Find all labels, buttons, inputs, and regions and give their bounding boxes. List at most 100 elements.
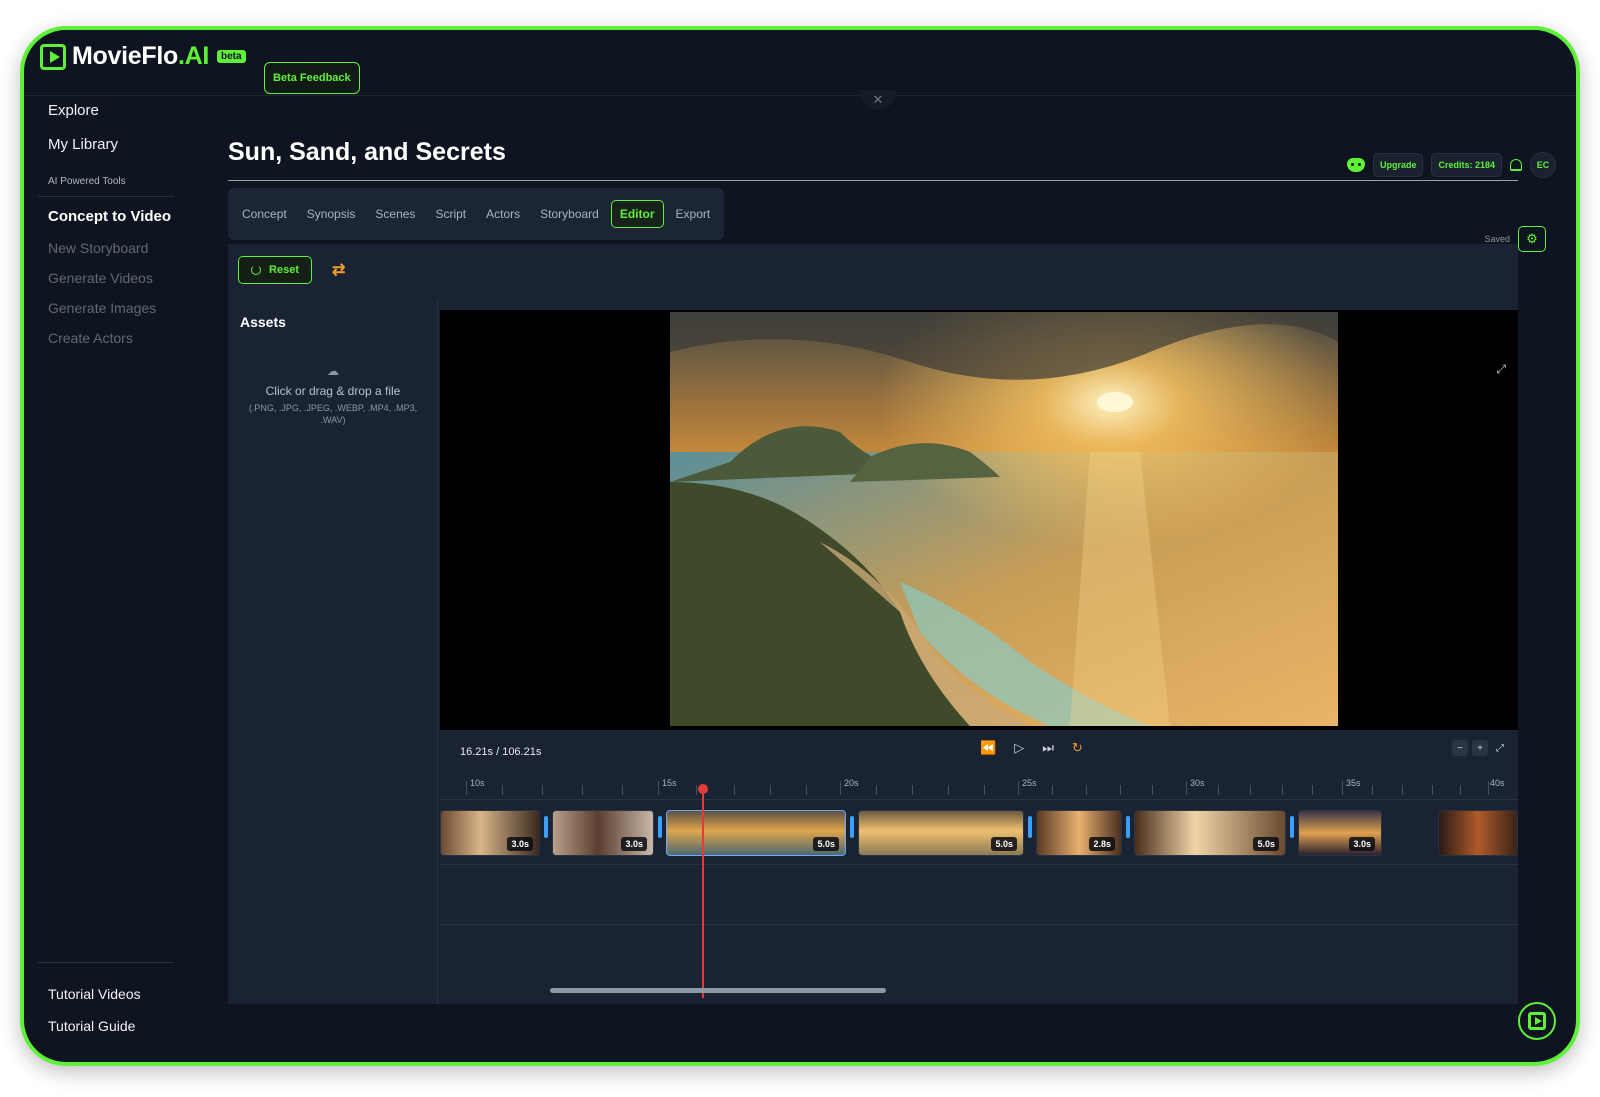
ruler-tick [1250,785,1251,795]
logo-text: MovieFlo.AI [72,42,209,70]
timeline-clip[interactable]: 3.0s [1298,810,1382,856]
sidebar-item-concept-to-video[interactable]: Concept to Video [48,208,171,225]
sidebar-item-new-storyboard[interactable]: New Storyboard [48,240,148,256]
title-divider [228,180,1518,181]
tab-editor[interactable]: Editor [610,200,664,228]
sidebar-item-my-library[interactable]: My Library [48,136,118,153]
assets-panel: Assets ☁ Click or drag & drop a file (.P… [228,300,438,1004]
ruler-tick [658,781,659,795]
sidebar-item-create-actors[interactable]: Create Actors [48,330,133,346]
overlay-track[interactable] [440,924,1518,994]
timeline-clip[interactable]: 3.0s [552,810,654,856]
sidebar-item-generate-videos[interactable]: Generate Videos [48,270,153,286]
tab-storyboard[interactable]: Storyboard [532,201,607,227]
timeline-clip[interactable]: 5.0s [1134,810,1286,856]
video-track: 3.0s 3.0s 5.0s 5.0s 2.8s 5.0s 3.0s [440,804,1518,860]
clip-trim-handle[interactable] [658,816,662,838]
timeline-clip[interactable]: 5.0s [858,810,1024,856]
credits-badge[interactable]: Credits: 2184 [1431,153,1502,177]
discord-icon[interactable] [1346,158,1365,172]
tab-concept[interactable]: Concept [234,201,295,227]
reset-button[interactable]: Reset [238,256,312,284]
ruler-tick [1086,785,1087,795]
zoom-in-button[interactable]: + [1472,740,1488,756]
ruler-label: 10s [470,778,485,788]
playhead[interactable] [702,788,704,998]
clip-trim-handle[interactable] [850,816,854,838]
playback-controls: 16.21s / 106.21s ⏪ ▷ ⏭ ↻ − + ⤢ [440,732,1518,772]
timeline-clip[interactable]: 3.0s [440,810,540,856]
timeline-clip[interactable] [1438,810,1518,856]
beta-badge: beta [216,50,246,63]
ruler-tick [984,785,985,795]
collapse-handle-icon[interactable]: ✕ [860,90,896,110]
settings-button[interactable]: ⚙ [1518,226,1546,252]
ruler-tick [876,785,877,795]
ruler-tick [1402,785,1403,795]
upgrade-button[interactable]: Upgrade [1372,153,1424,177]
zoom-controls: − + ⤢ [1452,740,1508,756]
ruler-label: 20s [844,778,859,788]
clip-trim-handle[interactable] [1126,816,1130,838]
timeline-clip-selected[interactable]: 5.0s [666,810,846,856]
timeline-ruler[interactable]: 10s 15s 20s 25s 30s 35s 40s [440,772,1518,800]
ruler-tick [1186,781,1187,795]
timeline-scrollbar[interactable] [550,988,886,993]
tab-synopsis[interactable]: Synopsis [299,201,364,227]
clip-duration: 5.0s [1253,837,1279,851]
clip-trim-handle[interactable] [544,816,548,838]
beta-feedback-button[interactable]: Beta Feedback [264,62,360,94]
sidebar-footer-divider [38,962,174,963]
ruler-tick [622,785,623,795]
ruler-tick [542,785,543,795]
saved-label: Saved [1484,234,1510,244]
upload-types: (.PNG, .JPG, .JPEG, .WEBP, .MP4, .MP3, .… [248,403,418,425]
ruler-tick [1312,785,1313,795]
app-window: MovieFlo.AI beta Beta Feedback ✕ Explore… [20,26,1580,1066]
ruler-tick [1372,785,1373,795]
upload-dropzone[interactable]: ☁ Click or drag & drop a file (.PNG, .JP… [242,364,424,426]
skip-forward-icon[interactable]: ⏭ [1042,740,1054,756]
movieflo-logo-icon [1528,1012,1546,1030]
fullscreen-icon[interactable]: ⤢ [1496,362,1506,377]
ruler-tick [1152,785,1153,795]
tab-export[interactable]: Export [668,201,719,227]
sidebar-item-tutorial-videos[interactable]: Tutorial Videos [48,986,141,1002]
tab-scenes[interactable]: Scenes [367,201,423,227]
logo[interactable]: MovieFlo.AI beta [40,42,246,71]
clip-trim-handle[interactable] [1028,816,1032,838]
sidebar-item-explore[interactable]: Explore [48,102,99,119]
clip-trim-handle[interactable] [1290,816,1294,838]
play-icon[interactable]: ▷ [1014,740,1024,756]
audio-track[interactable] [440,864,1518,924]
ruler-tick [466,781,467,795]
bell-icon[interactable] [1510,159,1522,171]
ruler-tick [1120,785,1121,795]
movieflo-assistant-button[interactable] [1518,1002,1556,1040]
sidebar-item-generate-images[interactable]: Generate Images [48,300,156,316]
ruler-tick [806,785,807,795]
clip-duration: 5.0s [813,837,839,851]
swap-icon[interactable]: ⇄ [332,260,345,280]
ruler-tick [1018,781,1019,795]
transport-controls: ⏪ ▷ ⏭ ↻ [980,740,1083,756]
timeline-clip[interactable]: 2.8s [1036,810,1122,856]
timeline-expand-icon[interactable]: ⤢ [1492,740,1508,756]
ruler-tick [502,785,503,795]
sidebar: Explore My Library AI Powered Tools Conc… [24,96,224,1062]
clip-duration: 3.0s [621,837,647,851]
loop-icon[interactable]: ↻ [1072,740,1083,756]
avatar[interactable]: EC [1530,152,1556,178]
rewind-icon[interactable]: ⏪ [980,740,996,756]
video-preview[interactable]: ⤢ [440,300,1518,730]
upload-cloud-icon: ☁ [327,364,339,378]
ruler-tick [582,785,583,795]
ruler-tick [1460,785,1461,795]
zoom-out-button[interactable]: − [1452,740,1468,756]
tab-script[interactable]: Script [427,201,474,227]
ruler-tick [840,781,841,795]
assets-title: Assets [240,314,286,330]
tab-actors[interactable]: Actors [478,201,528,227]
sidebar-item-tutorial-guide[interactable]: Tutorial Guide [48,1018,135,1034]
editor-panel: Reset ⇄ Assets ☁ Click or drag & drop a … [228,244,1518,1004]
